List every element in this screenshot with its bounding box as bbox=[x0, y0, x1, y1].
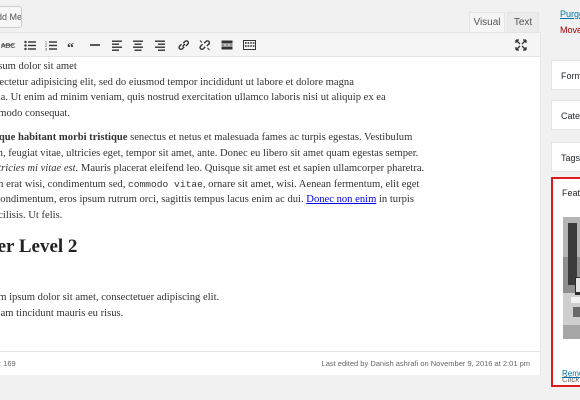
paragraph-2: esque habitant morbi tristique senectus … bbox=[0, 130, 525, 224]
italic-text: ultricies mi vitae est. bbox=[0, 163, 79, 175]
horizontal-line-icon[interactable] bbox=[88, 37, 102, 53]
read-more-icon[interactable] bbox=[220, 37, 234, 53]
text-line: nsectetur adipisicing elit, sed do eiusm… bbox=[0, 76, 354, 88]
featured-image-box-title: Featured Image bbox=[562, 188, 580, 198]
featured-image-box: Featured Image Click the image to edit o… bbox=[551, 177, 580, 387]
text-span: um erat wisi, condimentum sed, bbox=[0, 178, 128, 190]
align-center-icon[interactable] bbox=[131, 37, 145, 53]
categories-box-title: Categories bbox=[561, 111, 580, 121]
text-line: mmodo consequat. bbox=[0, 107, 71, 119]
editor-status-bar: : 169 Last edited by Danish ashrafi on N… bbox=[0, 351, 540, 375]
editor-box: ABC 123 “ sum dolor sit amet nsectetur a… bbox=[0, 32, 541, 375]
content-link[interactable]: Donec non enim bbox=[306, 194, 376, 205]
text-span: senectus et netus et malesuada fames ac … bbox=[127, 132, 413, 143]
text-line: ipsum dolor sit amet bbox=[0, 61, 77, 72]
text-line: facilisis. Ut felis. bbox=[0, 209, 63, 221]
text-line: quam tincidunt mauris eu risus. bbox=[0, 307, 124, 319]
editor-content[interactable]: ipsum dolor sit amet nsectetur adipisici… bbox=[0, 57, 540, 349]
text-line: rem ipsum dolor sit amet, consectetuer a… bbox=[0, 292, 220, 303]
content-heading: der Level 2 bbox=[0, 236, 78, 257]
text-line: qua. Ut enim ad minim veniam, quis nostr… bbox=[0, 92, 386, 104]
editor-toolbar: ABC 123 “ bbox=[0, 33, 540, 57]
fullscreen-icon[interactable] bbox=[514, 37, 528, 53]
align-left-icon[interactable] bbox=[110, 37, 124, 53]
blockquote-icon[interactable]: “ bbox=[66, 37, 80, 53]
align-right-icon[interactable] bbox=[153, 37, 167, 53]
unlink-icon[interactable] bbox=[197, 37, 211, 53]
paragraph-1: ipsum dolor sit amet nsectetur adipisici… bbox=[0, 59, 525, 121]
move-to-trash-link[interactable]: Move bbox=[560, 25, 580, 35]
editor-area: Add Media Visual Text ABC 123 “ bbox=[0, 0, 541, 400]
remove-featured-image-link[interactable]: Remove featured image bbox=[562, 369, 580, 378]
categories-box[interactable]: Categories bbox=[551, 100, 580, 130]
svg-text:ABC: ABC bbox=[1, 43, 15, 50]
numbered-list-icon[interactable]: 123 bbox=[44, 37, 58, 53]
strikethrough-icon[interactable]: ABC bbox=[1, 37, 15, 53]
bold-text: esque habitant morbi tristique bbox=[0, 132, 128, 143]
text-line: am, feugiat vitae, ultricies eget, tempo… bbox=[0, 147, 419, 159]
text-span: t condimentum, eros ipsum rutrum orci, s… bbox=[0, 194, 307, 206]
bulleted-list-icon[interactable] bbox=[23, 37, 37, 53]
purge-link[interactable]: Purge bbox=[560, 9, 580, 19]
format-box[interactable]: Format bbox=[551, 60, 580, 90]
tab-text[interactable]: Text bbox=[507, 12, 539, 32]
sidebar: Purge Move Format Categories Tags Featur… bbox=[551, 0, 580, 400]
tags-box-title: Tags bbox=[561, 153, 580, 163]
last-edited-info: Last edited by Danish ashrafi on Novembe… bbox=[321, 359, 530, 368]
svg-text:“: “ bbox=[67, 41, 74, 50]
featured-image-thumbnail[interactable] bbox=[563, 217, 580, 339]
text-line: ultricies mi vitae est. Mauris placerat … bbox=[0, 161, 525, 177]
insert-link-icon[interactable] bbox=[176, 37, 190, 53]
text-line: esque habitant morbi tristique senectus … bbox=[0, 130, 525, 146]
text-span: Mauris placerat eleifend leo. Quisque si… bbox=[78, 163, 425, 175]
word-count: : 169 bbox=[0, 359, 16, 368]
text-line: t condimentum, eros ipsum rutrum orci, s… bbox=[0, 192, 525, 208]
add-media-button[interactable]: Add Media bbox=[0, 6, 22, 28]
inline-code: commodo vitae bbox=[128, 178, 203, 190]
toolbar-toggle-icon[interactable] bbox=[242, 37, 256, 53]
text-span: , ornare sit amet, wisi. Aenean fermentu… bbox=[202, 178, 420, 190]
paragraph-3: rem ipsum dolor sit amet, consectetuer a… bbox=[0, 290, 525, 321]
tab-visual[interactable]: Visual bbox=[469, 12, 505, 32]
text-span: in turpis bbox=[376, 194, 414, 206]
text-line: um erat wisi, condimentum sed, commodo v… bbox=[0, 177, 525, 193]
svg-text:3: 3 bbox=[45, 47, 47, 51]
tags-box[interactable]: Tags bbox=[551, 142, 580, 172]
format-box-title: Format bbox=[561, 71, 580, 81]
